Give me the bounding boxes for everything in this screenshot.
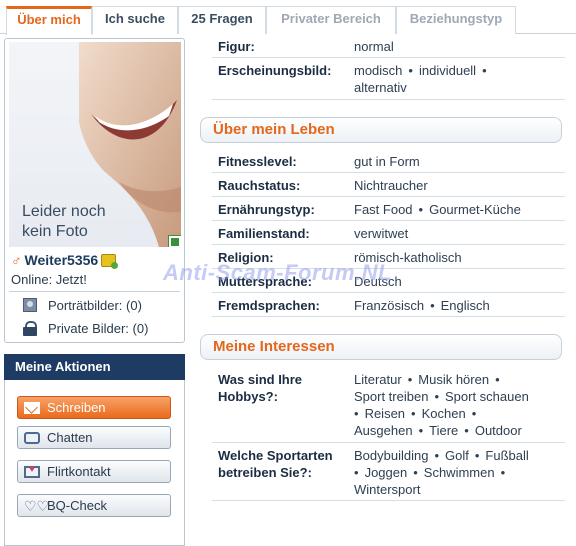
row-label: Was sind Ihre Hobbys?: (218, 372, 303, 404)
profile-tabs: Über mich Ich suche 25 Fragen Privater B… (0, 0, 576, 35)
profile-card: Leider noch kein Foto ♂ Weiter5356 Onlin… (4, 38, 185, 343)
actions-panel: Meine Aktionen Schreiben Chatten Flirtko… (4, 354, 185, 546)
hearts-icon: ♡♡ (24, 497, 50, 514)
tab-beziehungstyp[interactable]: Beziehungstyp (396, 6, 516, 34)
private-pictures-label: Private Bilder: (0) (48, 320, 149, 336)
row-value: Nichtraucher (354, 178, 428, 193)
write-button-label: Schreiben (47, 400, 106, 415)
detail-row-fitness: Fitnesslevel: gut in Form (212, 153, 565, 173)
envelope-icon (24, 401, 40, 414)
actions-title: Meine Aktionen (4, 354, 185, 380)
row-value: Fast Food • Gourmet-Küche (354, 202, 521, 217)
write-button[interactable]: Schreiben (17, 396, 171, 419)
row-value: Französisch • Englisch (354, 298, 490, 313)
section-title-leben: Über mein Leben (200, 117, 562, 143)
row-value: normal (354, 39, 394, 54)
detail-row-fremdsprachen: Fremdsprachen: Französisch • Englisch (212, 297, 565, 317)
profile-photo-placeholder[interactable]: Leider noch kein Foto (9, 42, 181, 247)
bq-check-button-label: BQ-Check (47, 498, 107, 513)
section-title-interessen: Meine Interessen (200, 334, 562, 360)
detail-row-figur: Figur: normal (212, 38, 565, 58)
row-label: Fremdsprachen: (218, 298, 320, 313)
chat-button[interactable]: Chatten (17, 426, 171, 449)
tab-privater-bereich[interactable]: Privater Bereich (266, 6, 396, 34)
detail-row-hobbys: Was sind Ihre Hobbys?: Literatur • Musik h… (212, 371, 565, 443)
detail-row-sportarten: Welche Sportarten betreiben Sie?: Bodybu… (212, 447, 565, 501)
tab-ich-suche[interactable]: Ich suche (92, 6, 178, 34)
row-label: Familienstand: (218, 226, 310, 241)
detail-row-familienstand: Familienstand: verwitwet (212, 225, 565, 245)
username-row: ♂ Weiter5356 (11, 251, 119, 269)
detail-row-erscheinungsbild: Erscheinungsbild: modisch • individuell • a… (212, 62, 565, 100)
divider (9, 291, 180, 292)
flirt-card-icon (24, 464, 40, 478)
flirt-button[interactable]: Flirtkontakt (17, 460, 171, 483)
portrait-pictures-label: Porträtbilder: (0) (48, 297, 142, 313)
male-symbol-icon: ♂ (11, 252, 22, 268)
row-label: Fitnesslevel: (218, 154, 297, 169)
detail-row-ernaehrung: Ernährungstyp: Fast Food • Gourmet-Küche (212, 201, 565, 221)
username[interactable]: Weiter5356 (25, 252, 99, 268)
row-value: verwitwet (354, 226, 409, 241)
row-label: Figur: (218, 39, 255, 54)
lock-icon (23, 321, 37, 336)
private-pictures-link[interactable]: Private Bilder: (0) (23, 319, 148, 337)
bq-check-button[interactable]: ♡♡ BQ-Check (17, 494, 171, 517)
portrait-icon (23, 298, 37, 312)
photo-zoom-icon[interactable] (168, 235, 181, 247)
chat-bubble-icon (24, 431, 40, 444)
row-value: modisch • individuell • alternativ (354, 63, 487, 95)
row-value: gut in Form (354, 154, 420, 169)
row-label: Ernährungstyp: (218, 202, 315, 217)
watermark-text: Anti-Scam-Forum.NL (163, 260, 392, 285)
detail-row-rauchstatus: Rauchstatus: Nichtraucher (212, 177, 565, 197)
vip-badge-icon (101, 253, 119, 269)
flirt-button-label: Flirtkontakt (47, 464, 111, 479)
tab-25-fragen[interactable]: 25 Fragen (178, 6, 266, 34)
row-value: Literatur • Musik hören • Sport treiben • Spo… (354, 372, 529, 438)
tab-ueber-mich[interactable]: Über mich (6, 6, 92, 35)
chat-button-label: Chatten (47, 430, 93, 445)
row-label: Erscheinungsbild: (218, 63, 332, 78)
row-label: Welche Sportarten betreiben Sie?: (218, 448, 333, 480)
row-value: Bodybuilding • Golf • Fußball • Joggen • Schwim… (354, 448, 529, 497)
no-photo-caption: Leider noch kein Foto (22, 203, 106, 240)
portrait-pictures-link[interactable]: Porträtbilder: (0) (23, 296, 142, 314)
row-label: Rauchstatus: (218, 178, 301, 193)
online-status: Online: Jetzt! (11, 272, 87, 287)
